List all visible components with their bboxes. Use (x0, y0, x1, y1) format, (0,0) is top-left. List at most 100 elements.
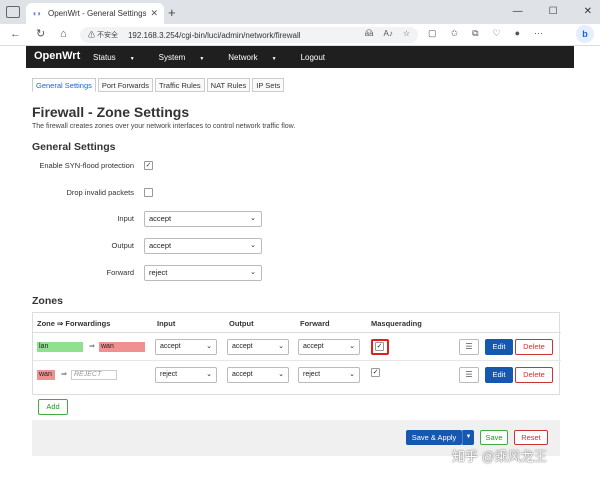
input-policy-select[interactable]: accept ⌄ (144, 211, 262, 227)
split-screen-icon[interactable]: ▢ (428, 28, 437, 39)
page-margin-left (0, 46, 26, 480)
zone-output-select[interactable]: accept ⌄ (227, 339, 289, 355)
zone-badge-lan: lan (37, 342, 83, 352)
delete-button[interactable]: Delete (515, 367, 553, 383)
minimize-button[interactable]: — (513, 6, 523, 17)
menu-network[interactable]: Network ▼ (228, 53, 288, 62)
menu-status-label: Status (93, 53, 116, 62)
more-menu-icon[interactable]: ⋯ (534, 28, 543, 39)
zone-output-value: accept (232, 343, 253, 350)
drop-invalid-label: Drop invalid packets (66, 188, 134, 197)
address-bar-row: ← ↻ ⌂ ⚠ 不安全 192.168.3.254/cgi-bin/luci/a… (0, 24, 600, 46)
forward-arrow-icon: ⇒ (61, 371, 67, 378)
masquerade-checkbox[interactable]: ✓ (371, 368, 380, 377)
input-row: Input accept ⌄ (26, 211, 326, 227)
save-apply-button[interactable]: Save & Apply (406, 430, 462, 445)
zone-output-select[interactable]: accept ⌄ (227, 367, 289, 383)
tab-ip-sets[interactable]: IP Sets (252, 78, 285, 92)
tab-port-forwards[interactable]: Port Forwards (97, 78, 153, 92)
refresh-icon[interactable]: ↻ (36, 28, 45, 40)
drag-handle-icon[interactable]: ☰ (459, 339, 479, 355)
output-row: Output accept ⌄ (26, 238, 326, 254)
tab-close-icon[interactable]: ✕ (150, 8, 158, 19)
home-icon[interactable]: ⌂ (60, 28, 67, 40)
zones-heading: Zones (32, 295, 63, 307)
zone-output-value: accept (232, 371, 253, 378)
main-menu: Status ▼ System ▼ Network ▼ Logout (93, 53, 337, 62)
input-policy-value: accept (149, 214, 172, 223)
menu-system[interactable]: System ▼ (159, 53, 217, 62)
browser-toolbar: ▢ ✩ ⧉ ♡ ● ⋯ (428, 28, 543, 39)
syn-flood-checkbox[interactable]: ✓ (144, 161, 153, 170)
page-description: The firewall creates zones over your net… (32, 123, 296, 130)
forward-policy-select[interactable]: reject ⌄ (144, 265, 262, 281)
favorites-icon[interactable]: ✩ (451, 28, 459, 39)
url-text[interactable]: 192.168.3.254/cgi-bin/luci/admin/network… (128, 31, 301, 40)
chevron-down-icon: ⌄ (250, 269, 256, 276)
openwrt-header: OpenWrt Status ▼ System ▼ Network ▼ Logout (26, 46, 574, 68)
firewall-tabs: General Settings Port Forwards Traffic R… (32, 78, 286, 92)
back-arrow-icon[interactable]: ← (10, 28, 21, 40)
translate-icon[interactable]: a͡a (365, 29, 374, 38)
col-zone: Zone ⇒ Forwardings (37, 319, 111, 328)
output-policy-value: accept (149, 241, 172, 250)
chevron-down-icon: ⌄ (278, 371, 284, 378)
drag-handle-icon[interactable]: ☰ (459, 367, 479, 383)
drop-invalid-row: Drop invalid packets (26, 185, 326, 201)
zone-forward-value: reject (303, 371, 321, 378)
collections-icon[interactable]: ⧉ (472, 28, 478, 39)
main-content: General Settings Port Forwards Traffic R… (26, 68, 574, 480)
edit-button[interactable]: Edit (485, 367, 513, 383)
close-window-button[interactable]: ✕ (584, 6, 592, 17)
general-settings-heading: General Settings (32, 141, 116, 153)
save-button[interactable]: Save (480, 430, 508, 445)
security-warning[interactable]: ⚠ 不安全 (88, 30, 118, 40)
tab-general-settings[interactable]: General Settings (32, 78, 96, 92)
brand-logo[interactable]: OpenWrt (34, 50, 80, 62)
menu-network-label: Network (228, 53, 258, 62)
chevron-down-icon: ⌄ (250, 215, 256, 222)
openwrt-favicon-icon: ◖◗ (32, 8, 42, 18)
delete-button[interactable]: Delete (515, 339, 553, 355)
zone-forward-select[interactable]: accept ⌄ (298, 339, 360, 355)
url-field[interactable]: ⚠ 不安全 192.168.3.254/cgi-bin/luci/admin/n… (80, 27, 418, 43)
output-label: Output (111, 241, 134, 250)
read-aloud-icon[interactable]: A♪ (383, 29, 392, 38)
extensions-icon[interactable]: ♡ (493, 28, 501, 39)
col-output: Output (229, 319, 254, 328)
zones-table: Zone ⇒ Forwardings Input Output Forward … (32, 312, 561, 395)
copilot-icon[interactable]: b (576, 25, 594, 43)
zone-forward-select[interactable]: reject ⌄ (298, 367, 360, 383)
tab-traffic-rules[interactable]: Traffic Rules (154, 78, 205, 92)
masquerade-checkbox[interactable]: ✓ (375, 342, 384, 351)
zone-badge-wan: wan (37, 370, 55, 380)
table-row: wan ⇒ REJECT reject ⌄ accept ⌄ reject ⌄ ✓ ☰… (33, 361, 561, 389)
col-masquerading: Masquerading (371, 319, 422, 328)
maximize-button[interactable]: ☐ (549, 6, 558, 17)
reset-button[interactable]: Reset (514, 430, 548, 445)
edit-button[interactable]: Edit (485, 339, 513, 355)
zone-input-value: accept (160, 343, 181, 350)
add-zone-button[interactable]: Add (38, 399, 68, 415)
favorite-star-icon[interactable]: ☆ (403, 29, 410, 38)
output-policy-select[interactable]: accept ⌄ (144, 238, 262, 254)
menu-logout[interactable]: Logout (301, 53, 325, 62)
page-margin-right (574, 46, 600, 480)
chevron-down-icon: ▼ (199, 56, 205, 62)
input-label: Input (117, 214, 134, 223)
drop-invalid-checkbox[interactable] (144, 188, 153, 197)
profile-avatar-icon[interactable]: ● (515, 28, 520, 39)
tab-nat-rules[interactable]: NAT Rules (206, 78, 251, 92)
browser-tabstrip: ◖◗ OpenWrt - General Settings - Lu ✕ + —… (0, 0, 600, 24)
chevron-down-icon: ⌄ (349, 343, 355, 350)
chevron-down-icon[interactable]: ▼ (462, 430, 474, 445)
zone-forward-value: accept (303, 343, 324, 350)
new-tab-button[interactable]: + (168, 6, 176, 19)
tab-actions-icon[interactable] (6, 6, 20, 18)
browser-tab[interactable]: ◖◗ OpenWrt - General Settings - Lu ✕ (26, 3, 164, 24)
zone-input-select[interactable]: reject ⌄ (155, 367, 217, 383)
chevron-down-icon: ⌄ (349, 371, 355, 378)
menu-status[interactable]: Status ▼ (93, 53, 147, 62)
syn-flood-row: Enable SYN-flood protection ✓ (26, 158, 326, 174)
zone-input-select[interactable]: accept ⌄ (155, 339, 217, 355)
